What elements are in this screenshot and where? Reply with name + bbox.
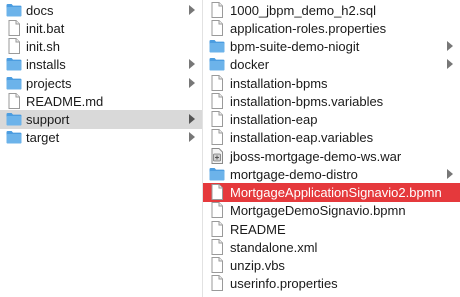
folder-item-support[interactable]: support — [0, 110, 202, 129]
item-label: mortgage-demo-distro — [230, 166, 358, 182]
file-item-mortgagedemosignavio-bpmn[interactable]: MortgageDemoSignavio.bpmn — [203, 201, 460, 220]
folder-item-docs[interactable]: docs — [0, 1, 202, 20]
item-label: userinfo.properties — [230, 276, 338, 292]
item-label: init.bat — [26, 20, 65, 36]
document-icon — [209, 92, 225, 109]
archive-file-icon — [209, 147, 225, 164]
document-icon — [209, 184, 225, 200]
chevron-right-icon — [189, 77, 195, 88]
folder-icon — [209, 57, 225, 71]
file-item-readme[interactable]: README — [203, 220, 460, 239]
folder-icon — [6, 76, 22, 90]
folder-icon — [6, 3, 22, 17]
item-label: jboss-mortgage-demo-ws.war — [230, 148, 402, 164]
item-label: application-roles.properties — [230, 20, 387, 36]
document-icon — [209, 238, 225, 255]
parent-folder-column: docs init.bat init.sh installs projects READM… — [0, 0, 202, 297]
item-label: README — [230, 221, 286, 237]
file-item-installation-bpms-variables[interactable]: installation-bpms.variables — [203, 92, 460, 111]
item-label: MortgageApplicationSignavio2.bpmn — [230, 185, 442, 200]
document-icon — [209, 74, 225, 91]
item-label: installation-bpms — [230, 75, 328, 91]
item-label: standalone.xml — [230, 239, 318, 255]
item-label: README.md — [26, 93, 104, 109]
folder-icon — [209, 39, 225, 53]
folder-item-target[interactable]: target — [0, 128, 202, 147]
folder-icon — [209, 167, 225, 181]
file-item-jboss-mortgage-demo-ws-war[interactable]: jboss-mortgage-demo-ws.war — [203, 147, 460, 166]
file-item-standalone-xml[interactable]: standalone.xml — [203, 238, 460, 257]
support-folder-column: 1000_jbpm_demo_h2.sql application-roles.p… — [203, 0, 460, 297]
document-icon — [209, 275, 225, 292]
document-icon — [6, 92, 22, 109]
document-icon — [209, 1, 225, 18]
folder-item-bpm-suite-demo-niogit[interactable]: bpm-suite-demo-niogit — [203, 37, 460, 56]
item-label: unzip.vbs — [230, 258, 285, 273]
folder-icon — [6, 57, 22, 71]
item-label: installation-bpms.variables — [230, 93, 384, 109]
folder-item-docker[interactable]: docker — [203, 55, 460, 74]
item-label: installs — [26, 57, 66, 73]
item-label: init.sh — [26, 39, 60, 54]
item-label: support — [26, 112, 70, 127]
document-icon — [209, 111, 225, 127]
document-icon — [209, 19, 225, 36]
folder-item-mortgage-demo-distro[interactable]: mortgage-demo-distro — [203, 165, 460, 184]
chevron-right-icon — [189, 132, 195, 143]
folder-item-projects[interactable]: projects — [0, 74, 202, 93]
chevron-right-icon — [189, 59, 195, 70]
file-item-init-bat[interactable]: init.bat — [0, 19, 202, 38]
folder-icon — [6, 130, 22, 144]
item-label: MortgageDemoSignavio.bpmn — [230, 203, 406, 219]
item-label: docker — [230, 57, 270, 73]
document-icon — [6, 19, 22, 36]
chevron-right-icon — [447, 41, 453, 51]
file-item-installation-bpms[interactable]: installation-bpms — [203, 74, 460, 93]
folder-icon — [6, 112, 22, 126]
item-label: projects — [26, 75, 72, 91]
chevron-right-icon — [447, 59, 453, 70]
file-item-init-sh[interactable]: init.sh — [0, 37, 202, 56]
item-label: installation-eap — [230, 112, 318, 127]
chevron-right-icon — [189, 4, 195, 15]
file-item-installation-eap[interactable]: installation-eap — [203, 110, 460, 129]
document-icon — [209, 220, 225, 237]
document-icon — [209, 257, 225, 273]
document-icon — [209, 129, 225, 146]
folder-item-installs[interactable]: installs — [0, 55, 202, 74]
chevron-right-icon — [447, 168, 453, 179]
file-item-mortgageapplicationsignavio2-bpmn[interactable]: MortgageApplicationSignavio2.bpmn — [203, 183, 460, 202]
item-label: 1000_jbpm_demo_h2.sql — [230, 2, 376, 18]
document-icon — [209, 202, 225, 219]
file-item-userinfo-properties[interactable]: userinfo.properties — [203, 274, 460, 293]
chevron-right-icon — [189, 114, 195, 124]
file-item-readme-md[interactable]: README.md — [0, 92, 202, 111]
item-label: docs — [26, 2, 54, 18]
file-item-installation-eap-variables[interactable]: installation-eap.variables — [203, 128, 460, 147]
item-label: bpm-suite-demo-niogit — [230, 39, 360, 54]
file-item-unzip-vbs[interactable]: unzip.vbs — [203, 256, 460, 275]
file-item-application-roles-properties[interactable]: application-roles.properties — [203, 19, 460, 38]
item-label: target — [26, 130, 60, 146]
file-item-1000-jbpm-demo-h2-sql[interactable]: 1000_jbpm_demo_h2.sql — [203, 1, 460, 20]
item-label: installation-eap.variables — [230, 130, 374, 146]
document-icon — [6, 38, 22, 54]
